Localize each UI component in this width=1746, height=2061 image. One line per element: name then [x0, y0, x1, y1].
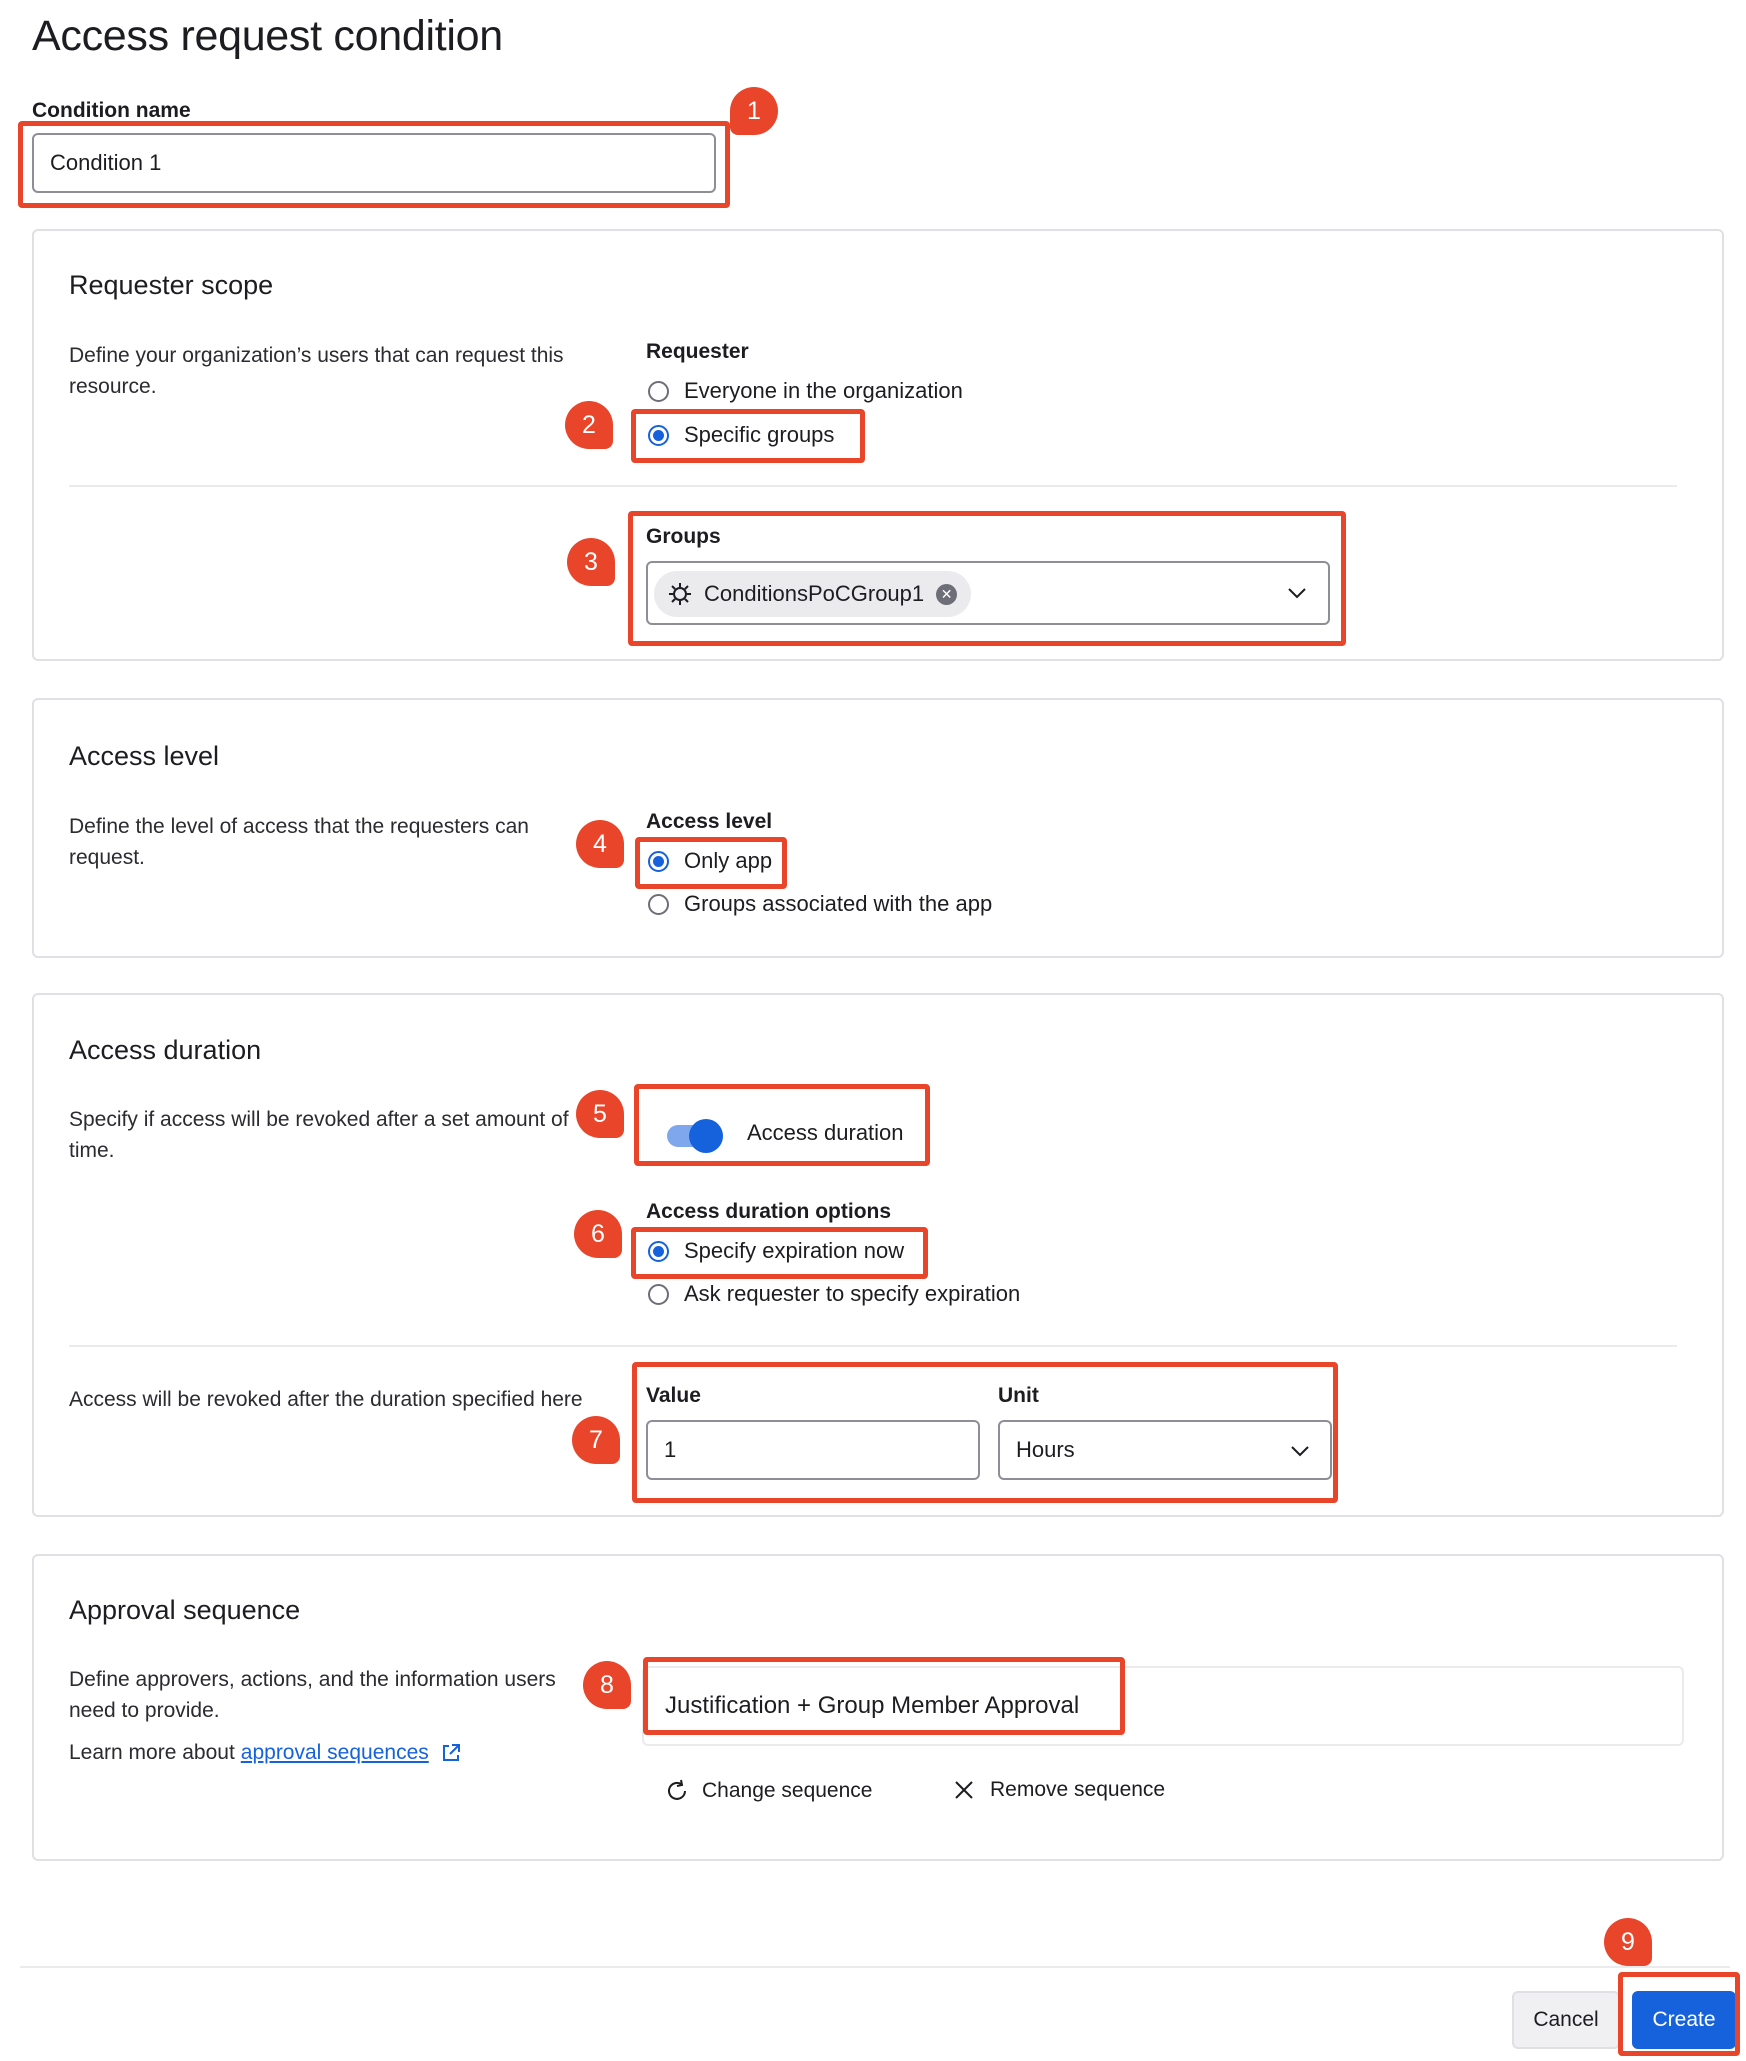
radio-ask-requester[interactable]: Ask requester to specify expiration: [648, 1279, 1020, 1309]
value-label: Value: [646, 1384, 701, 1407]
radio-label: Specify expiration now: [684, 1238, 905, 1263]
radio-label: Ask requester to specify expiration: [684, 1281, 1021, 1306]
callout-badge-2: 2: [565, 401, 613, 449]
callout-badge-5: 5: [576, 1090, 624, 1138]
revoke-description: Access will be revoked after the duratio…: [69, 1388, 583, 1411]
page-title: Access request condition: [32, 12, 503, 60]
chevron-down-icon[interactable]: [1289, 1440, 1311, 1462]
requester-label: Requester: [646, 340, 749, 363]
close-icon: [955, 1781, 973, 1799]
refresh-icon: [668, 1779, 686, 1800]
unit-label: Unit: [998, 1384, 1039, 1407]
callout-badge-3: 3: [567, 538, 615, 586]
access-level-label: Access level: [646, 810, 773, 833]
condition-name-input[interactable]: Condition 1: [32, 133, 716, 193]
section-divider: [69, 485, 1677, 487]
radio-label: Everyone in the organization: [684, 378, 963, 403]
external-link-icon[interactable]: [441, 1743, 461, 1763]
requester-scope-title: Requester scope: [69, 270, 274, 300]
chevron-down-icon[interactable]: [1286, 582, 1308, 604]
radio-label: Specific groups: [684, 422, 835, 447]
callout-badge-9: 9: [1604, 1918, 1652, 1966]
callout-badge-1: 1: [730, 87, 778, 135]
radio-only-app[interactable]: Only app: [648, 846, 772, 876]
footer-divider: [20, 1966, 1730, 1968]
condition-name-label: Condition name: [32, 99, 191, 122]
change-sequence-button[interactable]: Change sequence: [664, 1778, 872, 1804]
radio-specific-groups[interactable]: Specific groups: [648, 420, 834, 450]
radio-button-selected[interactable]: [648, 1240, 669, 1262]
access-level-title: Access level: [69, 741, 220, 771]
group-chip: ConditionsPoCGroup1 ✕: [654, 571, 972, 617]
group-chip-label: ConditionsPoCGroup1: [704, 581, 925, 606]
access-duration-toggle-label: Access duration: [747, 1120, 904, 1145]
create-button[interactable]: Create: [1632, 1991, 1736, 2049]
access-duration-description: Specify if access will be revoked after …: [69, 1108, 569, 1162]
toggle-knob[interactable]: [689, 1119, 723, 1153]
radio-specify-expiration-now[interactable]: Specify expiration now: [648, 1236, 904, 1266]
radio-button[interactable]: [648, 380, 669, 402]
requester-scope-description: Define your organization’s users that ca…: [69, 344, 564, 398]
callout-badge-6: 6: [574, 1210, 622, 1258]
change-sequence-label: Change sequence: [702, 1779, 873, 1802]
callout-badge-7: 7: [572, 1416, 620, 1464]
approval-sequence-description: Define approvers, actions, and the infor…: [69, 1668, 556, 1722]
remove-sequence-button[interactable]: Remove sequence: [952, 1778, 1165, 1802]
remove-sequence-label: Remove sequence: [990, 1778, 1166, 1801]
access-duration-title: Access duration: [69, 1035, 262, 1065]
radio-label: Groups associated with the app: [684, 891, 993, 916]
learn-more-line: Learn more about approval sequences: [69, 1737, 461, 1768]
approval-sequence-title: Approval sequence: [69, 1595, 301, 1625]
radio-everyone-in-organization[interactable]: Everyone in the organization: [648, 376, 963, 406]
access-level-description: Define the level of access that the requ…: [69, 815, 529, 869]
unit-select[interactable]: Hours: [998, 1420, 1332, 1480]
callout-badge-8: 8: [583, 1661, 631, 1709]
radio-label: Only app: [684, 848, 773, 873]
radio-groups-associated[interactable]: Groups associated with the app: [648, 889, 992, 919]
approval-sequences-link[interactable]: approval sequences: [241, 1737, 429, 1768]
remove-chip-icon[interactable]: ✕: [936, 583, 958, 605]
cancel-button[interactable]: Cancel: [1512, 1991, 1620, 2049]
radio-button-selected[interactable]: [648, 424, 669, 446]
radio-button-selected[interactable]: [648, 850, 669, 872]
section-divider: [69, 1345, 1677, 1347]
groups-label: Groups: [646, 525, 721, 548]
sequence-name: Justification + Group Member Approval: [665, 1692, 1080, 1719]
radio-button[interactable]: [648, 893, 669, 915]
group-sunburst-icon: [669, 583, 691, 605]
learn-more-prefix: Learn more about: [69, 1741, 235, 1764]
access-duration-options-label: Access duration options: [646, 1200, 892, 1223]
value-input[interactable]: 1: [646, 1420, 980, 1480]
radio-button[interactable]: [648, 1283, 669, 1305]
callout-badge-4: 4: [576, 820, 624, 868]
